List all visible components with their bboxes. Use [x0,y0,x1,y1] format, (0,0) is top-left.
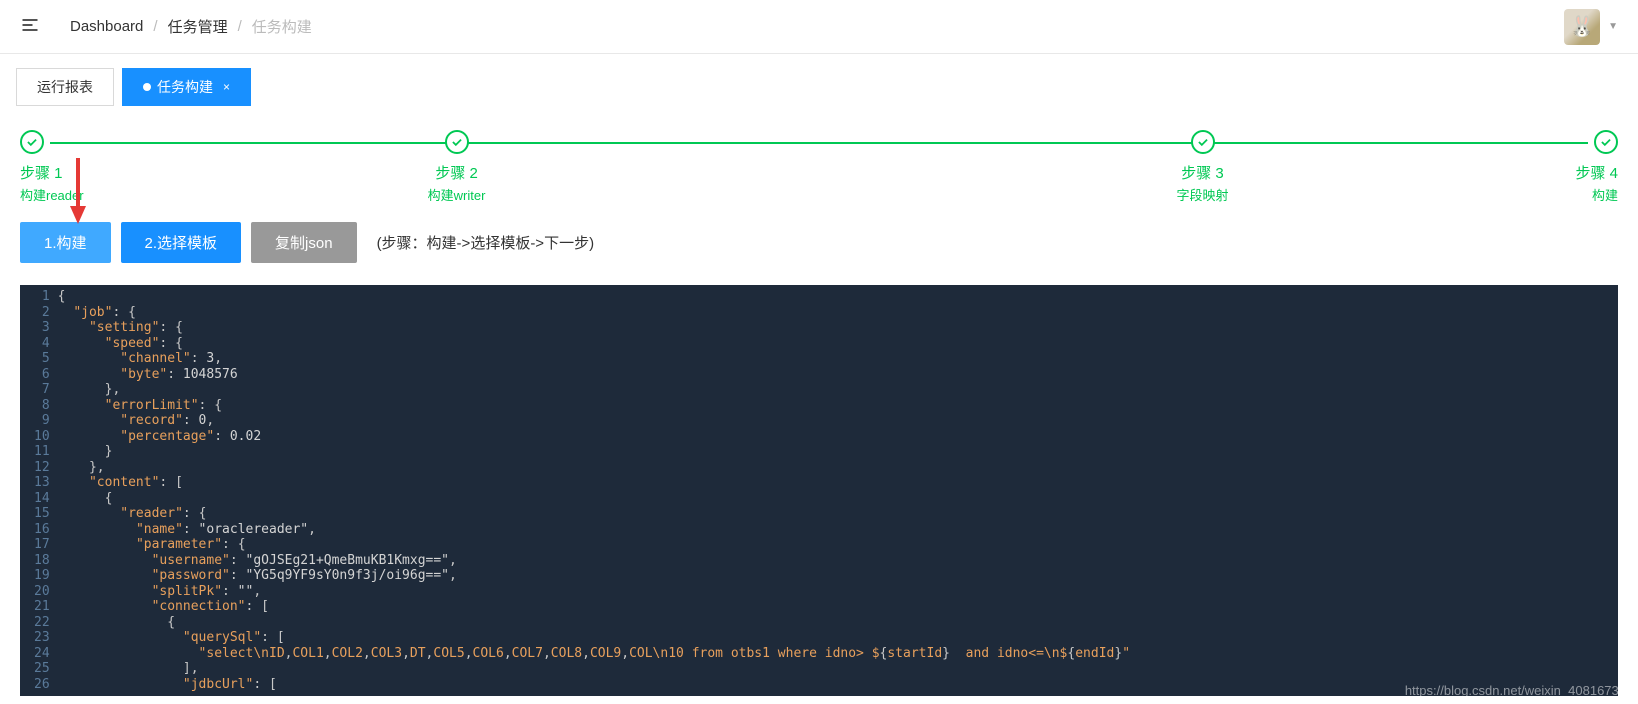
step-desc: 构建writer [84,185,830,204]
steps-container: 步骤 1 构建reader 步骤 2 构建writer 步骤 3 字段映射 步骤… [0,106,1638,214]
watermark: https://blog.csdn.net/weixin_40816738 [1405,683,1626,698]
step-2: 步骤 2 构建writer [84,130,830,204]
select-template-button[interactable]: 2.选择模板 [121,222,242,263]
active-dot-icon [143,83,151,91]
code-editor[interactable]: 1 2 3 4 5 6 7 8 9 10 11 12 13 14 15 16 1… [20,285,1618,696]
header-right: ▼ [1564,9,1618,45]
step-desc: 构建 [1576,185,1619,204]
code-content[interactable]: { "job": { "setting": { "speed": { "chan… [58,285,1618,696]
breadcrumb-separator: / [153,18,157,35]
check-circle-icon [1594,130,1618,154]
step-3: 步骤 3 字段映射 [830,130,1576,204]
close-icon[interactable]: × [223,80,230,94]
action-row: 1.构建 2.选择模板 复制json (步骤：构建->选择模板->下一步) [0,214,1638,271]
tab-label: 运行报表 [37,77,93,97]
check-circle-icon [20,130,44,154]
hint-text: (步骤：构建->选择模板->下一步) [377,232,595,253]
avatar[interactable] [1564,9,1600,45]
breadcrumb: Dashboard / 任务管理 / 任务构建 [70,16,312,37]
tab-run-report[interactable]: 运行报表 [16,68,114,106]
copy-json-button[interactable]: 复制json [251,222,357,263]
top-header: Dashboard / 任务管理 / 任务构建 ▼ [0,0,1638,54]
tab-task-build[interactable]: 任务构建 × [122,68,251,106]
step-title: 步骤 1 [20,162,84,183]
step-title: 步骤 4 [1576,162,1619,183]
step-4: 步骤 4 构建 [1576,130,1619,204]
caret-down-icon[interactable]: ▼ [1608,21,1618,32]
page-tabs: 运行报表 任务构建 × [0,54,1638,106]
tab-label: 任务构建 [157,77,213,97]
step-desc: 字段映射 [830,185,1576,204]
menu-toggle-icon[interactable] [20,15,40,38]
breadcrumb-item-task-mgmt[interactable]: 任务管理 [168,16,228,37]
line-gutter: 1 2 3 4 5 6 7 8 9 10 11 12 13 14 15 16 1… [20,285,58,696]
breadcrumb-item-dashboard[interactable]: Dashboard [70,18,143,35]
step-title: 步骤 3 [830,162,1576,183]
step-desc: 构建reader [20,185,84,204]
build-button[interactable]: 1.构建 [20,222,111,263]
step-1: 步骤 1 构建reader [20,130,84,204]
step-title: 步骤 2 [84,162,830,183]
check-circle-icon [445,130,469,154]
check-circle-icon [1191,130,1215,154]
breadcrumb-separator: / [238,18,242,35]
breadcrumb-item-task-build: 任务构建 [252,16,312,37]
